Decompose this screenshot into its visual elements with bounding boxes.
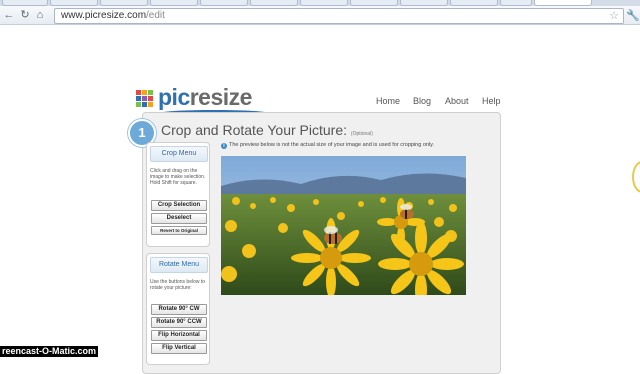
url-text: www.picresize.com/edit <box>61 9 165 23</box>
preview-note: The preview below is not the actual size… <box>229 142 435 148</box>
url-path: /edit <box>146 10 165 21</box>
loading-spinner-icon <box>632 161 640 193</box>
rotate-cw-button[interactable]: Rotate 90° CW <box>151 304 207 315</box>
flip-horizontal-button[interactable]: Flip Horizontal <box>151 330 207 341</box>
logo-mosaic-icon <box>136 90 156 110</box>
page-title-text: Crop and Rotate Your Picture: <box>161 122 348 138</box>
crop-menu-description: Click and drag on the image to make sele… <box>150 168 206 186</box>
flower-photo <box>221 156 466 295</box>
recording-watermark: reencast-O-Matic.com <box>0 346 99 357</box>
url-host: www.picresize.com <box>61 10 147 21</box>
revert-to-original-button[interactable]: Revert to Original <box>151 226 207 235</box>
info-icon: i <box>221 143 227 149</box>
crop-menu-heading: Crop Menu <box>150 146 208 162</box>
rotate-ccw-button[interactable]: Rotate 90° CCW <box>151 317 207 328</box>
home-icon[interactable]: ⌂ <box>33 8 47 22</box>
image-preview[interactable] <box>221 156 466 295</box>
bookmark-star-icon[interactable]: ☆ <box>609 9 619 23</box>
rotate-menu-heading: Rotate Menu <box>150 257 208 273</box>
rotate-menu: Rotate Menu Use the buttons below to rot… <box>146 253 210 365</box>
logo-text-resize: resize <box>189 84 253 110</box>
crop-selection-button[interactable]: Crop Selection <box>151 200 207 211</box>
browser-toolbar: ← ↻ ⌂ www.picresize.com/edit ☆ 🔧 <box>0 6 640 25</box>
address-bar[interactable]: www.picresize.com/edit ☆ <box>54 8 624 24</box>
deselect-button[interactable]: Deselect <box>151 213 207 224</box>
logo-text-pic: pic <box>158 84 190 110</box>
nav-about-link[interactable]: About <box>445 96 469 106</box>
rotate-menu-description: Use the buttons below to rotate your pic… <box>150 279 206 291</box>
page-title: Crop and Rotate Your Picture: (Optional) <box>161 122 373 138</box>
nav-home-link[interactable]: Home <box>376 96 400 106</box>
nav-blog-link[interactable]: Blog <box>413 96 431 106</box>
back-icon[interactable]: ← <box>2 8 16 22</box>
logo-text: picresize <box>158 84 252 111</box>
crop-menu: Crop Menu Click and drag on the image to… <box>146 142 210 247</box>
flip-vertical-button[interactable]: Flip Vertical <box>151 343 207 354</box>
wrench-icon[interactable]: 🔧 <box>626 9 640 22</box>
optional-label: (Optional) <box>350 131 373 137</box>
nav-help-link[interactable]: Help <box>482 96 501 106</box>
reload-icon[interactable]: ↻ <box>18 8 32 22</box>
